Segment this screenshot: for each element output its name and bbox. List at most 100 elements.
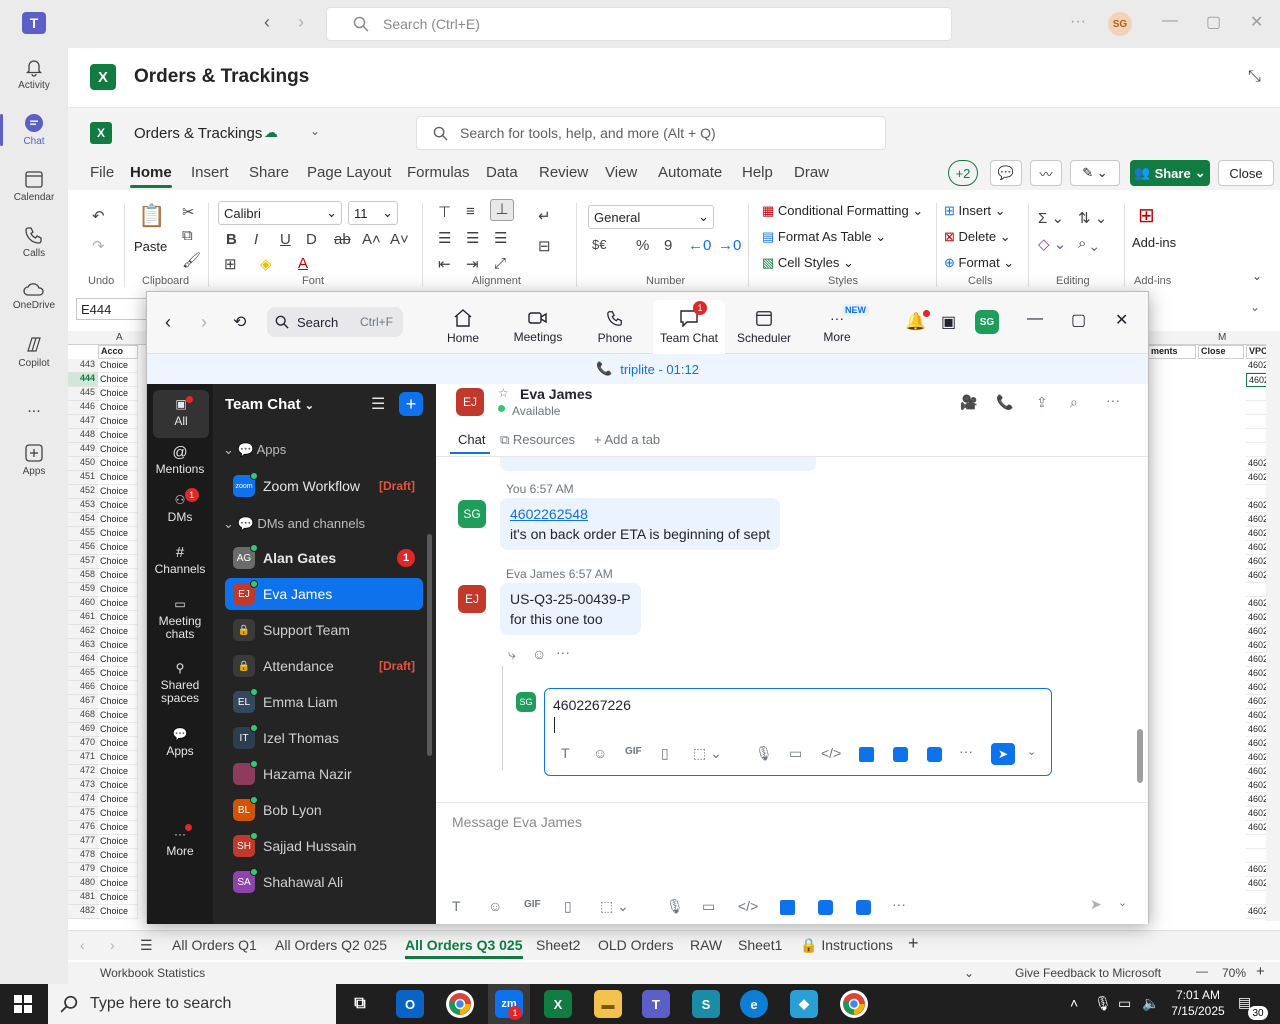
- dms-section-header[interactable]: ⌄ 💬 DMs and channels: [223, 516, 365, 532]
- row-number[interactable]: 454: [68, 513, 98, 527]
- chevron-down-icon[interactable]: ⌄: [310, 124, 320, 138]
- search-icon[interactable]: ⌕: [1070, 394, 1078, 411]
- close-button[interactable]: ✕: [1250, 12, 1263, 32]
- cell-account[interactable]: Choice: [98, 835, 138, 849]
- chrome-icon[interactable]: [446, 990, 474, 1018]
- row-number[interactable]: 451: [68, 471, 98, 485]
- row-number[interactable]: 473: [68, 779, 98, 793]
- currency-icon[interactable]: $€: [592, 237, 606, 252]
- row-number[interactable]: 465: [68, 667, 98, 681]
- sheet-tab-instructions[interactable]: 🔒 Instructions: [800, 937, 893, 954]
- row-number[interactable]: 475: [68, 807, 98, 821]
- cell-account[interactable]: Choice: [98, 891, 138, 905]
- bold-icon[interactable]: B: [226, 231, 237, 248]
- add-sheet-icon[interactable]: +: [908, 933, 919, 954]
- left-nav-shared-spaces[interactable]: ⚲ Shared spaces: [147, 662, 213, 705]
- tab-draw[interactable]: Draw: [794, 164, 829, 181]
- cell-account[interactable]: Choice: [98, 457, 138, 471]
- sort-filter-icon[interactable]: ⇅ ⌄: [1078, 209, 1107, 227]
- zoom-nav-phone[interactable]: Phone: [591, 300, 639, 354]
- emoji-icon[interactable]: ☺: [488, 898, 502, 914]
- formula-bar-expand-icon[interactable]: ⌄: [1250, 300, 1260, 314]
- cell-account[interactable]: Choice: [98, 611, 138, 625]
- format-painter-icon[interactable]: 🖌: [182, 251, 201, 269]
- row-number[interactable]: 462: [68, 625, 98, 639]
- row-number[interactable]: 470: [68, 737, 98, 751]
- tab-share[interactable]: Share: [249, 164, 289, 181]
- microphone-tray-icon[interactable]: 🎙: [1094, 995, 1112, 1012]
- windows-start-icon[interactable]: [14, 995, 32, 1013]
- new-chat-button[interactable]: +: [399, 392, 423, 416]
- left-nav-mentions[interactable]: @ Mentions: [147, 445, 213, 476]
- row-number[interactable]: 468: [68, 709, 98, 723]
- code-icon[interactable]: </>: [738, 898, 758, 914]
- row-number[interactable]: 481: [68, 891, 98, 905]
- number-format-select[interactable]: General ⌄: [588, 205, 714, 229]
- message-bubble[interactable]: US-Q3-25-00439-P for this one too: [500, 583, 641, 635]
- cut-icon[interactable]: ✂: [182, 203, 195, 221]
- document-name[interactable]: Orders & Trackings: [134, 125, 262, 142]
- forward-icon[interactable]: ›: [298, 12, 304, 33]
- cell-account[interactable]: Choice: [98, 471, 138, 485]
- sheet-tab-all-orders-q1[interactable]: All Orders Q1: [172, 937, 257, 953]
- rail-onedrive[interactable]: OneDrive: [0, 270, 68, 322]
- autosum-icon[interactable]: Σ ⌄: [1038, 209, 1064, 227]
- row-number[interactable]: 455: [68, 527, 98, 541]
- zoom-nav-scheduler[interactable]: Scheduler: [735, 300, 793, 354]
- row-number[interactable]: 471: [68, 751, 98, 765]
- app-icon[interactable]: [856, 900, 871, 915]
- video-message-icon[interactable]: ▭: [789, 745, 802, 762]
- row-number[interactable]: 464: [68, 653, 98, 667]
- font-color-icon[interactable]: A: [298, 255, 308, 272]
- sheet-tab-old-orders[interactable]: OLD Orders: [598, 937, 673, 953]
- reply-composer[interactable]: 4602267226 T ☺ GIF ▯ ⬚ ⌄ 🎙 ▭ </> ··· ➤ ⌄: [544, 688, 1052, 776]
- cell-account[interactable]: Choice: [98, 513, 138, 527]
- align-middle-icon[interactable]: ≡: [466, 203, 475, 220]
- collaborators-count[interactable]: +2: [948, 160, 978, 186]
- cell-account[interactable]: Choice: [98, 387, 138, 401]
- screenshot-icon[interactable]: ⬚ ⌄: [600, 898, 629, 915]
- zoom-out-icon[interactable]: —: [1196, 964, 1208, 978]
- cell-account[interactable]: Choice: [98, 443, 138, 457]
- rail-chat[interactable]: Chat: [0, 104, 68, 156]
- sheet-tab-sheet1[interactable]: Sheet1: [738, 937, 782, 953]
- sidebar-contact[interactable]: IT Izel Thomas: [225, 722, 423, 754]
- more-options-icon[interactable]: ···: [892, 896, 906, 912]
- more-options-icon[interactable]: ···: [959, 743, 973, 759]
- format-cells-button[interactable]: ⊕ Format ⌄: [944, 255, 1014, 271]
- row-number[interactable]: 479: [68, 863, 98, 877]
- header-cell-comments[interactable]: ments: [1148, 345, 1196, 359]
- edge-icon[interactable]: e: [740, 990, 768, 1018]
- calendar-icon[interactable]: ▣: [941, 312, 956, 332]
- share-screen-icon[interactable]: ⇪: [1036, 394, 1048, 411]
- strikethrough-icon[interactable]: ab: [334, 231, 351, 248]
- row-number[interactable]: 480: [68, 877, 98, 891]
- row-number[interactable]: 445: [68, 387, 98, 401]
- double-underline-icon[interactable]: D: [306, 231, 317, 248]
- tab-formulas[interactable]: Formulas: [407, 164, 470, 181]
- app-icon[interactable]: [859, 747, 874, 762]
- align-center-icon[interactable]: ☰: [466, 229, 479, 247]
- reply-icon[interactable]: ⤷: [508, 646, 516, 663]
- maximize-button[interactable]: ▢: [1206, 12, 1221, 32]
- minimize-button[interactable]: —: [1027, 310, 1043, 328]
- contact-avatar[interactable]: EJ: [456, 388, 484, 416]
- cell-account[interactable]: Choice: [98, 429, 138, 443]
- message-link[interactable]: 4602262548: [510, 504, 770, 524]
- cell-account[interactable]: Choice: [98, 541, 138, 555]
- cell-account[interactable]: Choice: [98, 751, 138, 765]
- code-icon[interactable]: </>: [821, 745, 841, 761]
- cell-account[interactable]: Choice: [98, 779, 138, 793]
- sidebar-item-zoom-workflow[interactable]: zoom Zoom Workflow [Draft]: [225, 470, 423, 502]
- row-number[interactable]: 463: [68, 639, 98, 653]
- row-number[interactable]: 449: [68, 443, 98, 457]
- zoom-level[interactable]: 70%: [1222, 966, 1246, 980]
- tab-help[interactable]: Help: [742, 164, 773, 181]
- back-icon[interactable]: ‹: [165, 312, 171, 333]
- cell-account[interactable]: Choice: [98, 527, 138, 541]
- redo-icon[interactable]: ↷: [92, 237, 105, 255]
- team-chat-title[interactable]: Team Chat ⌄: [225, 396, 314, 413]
- chevron-down-icon[interactable]: ⌄: [964, 966, 974, 980]
- more-options-icon[interactable]: ···: [1070, 13, 1086, 31]
- cell-account[interactable]: Choice: [98, 877, 138, 891]
